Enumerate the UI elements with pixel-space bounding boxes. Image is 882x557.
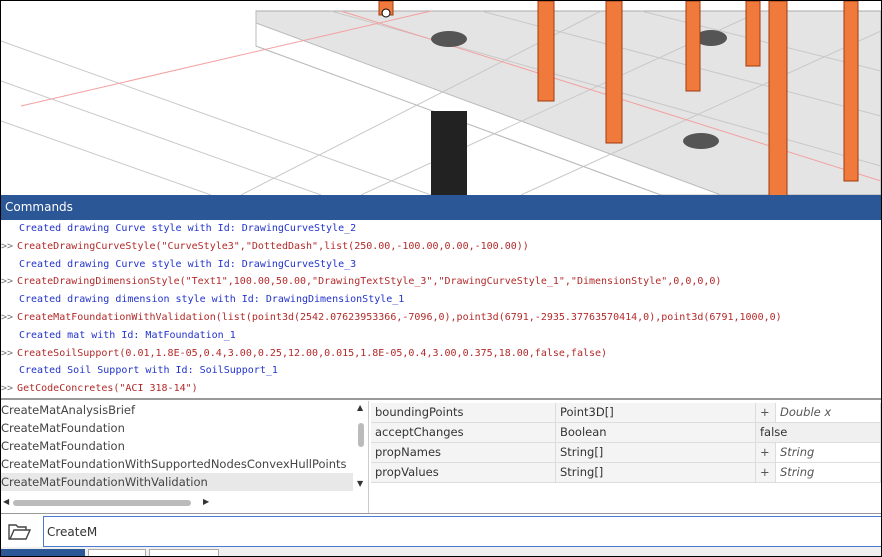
concrete-column <box>431 111 467 195</box>
vertical-scrollbar[interactable]: ▲ ▼ <box>355 403 367 489</box>
suggestion-item[interactable]: CreateMatFoundationWithSupportedNodesCon… <box>1 455 353 473</box>
command-input-bar <box>1 513 881 547</box>
tab[interactable] <box>88 549 146 556</box>
tab[interactable] <box>1 549 85 556</box>
log-output-line: Created mat with Id: MatFoundation_1 <box>19 329 236 341</box>
command-input[interactable] <box>43 516 881 547</box>
param-name: propNames <box>371 443 556 462</box>
log-command-line: >> CreateSoilSupport(0.01,1.8E-05,0.4,3.0… <box>1 345 881 363</box>
param-type: String[] <box>556 443 756 462</box>
param-row: propValues String[] + String <box>371 463 881 483</box>
suggestion-item-selected[interactable]: CreateMatFoundationWithValidation <box>1 473 353 491</box>
param-name: propValues <box>371 463 556 482</box>
log-command-line: >> CreateDrawingDimensionStyle("Text1",10… <box>1 273 881 291</box>
param-row: acceptChanges Boolean false <box>371 423 881 443</box>
suggestion-item[interactable]: CreateMatFoundation <box>1 419 353 437</box>
scroll-right-icon[interactable]: ▶ <box>203 497 209 506</box>
log-command-text: CreateDrawingDimensionStyle("Text1",100.… <box>17 276 722 288</box>
prompt-marker: >> <box>1 347 14 359</box>
pile-marker <box>431 31 467 47</box>
autocomplete-area: CreateMatAnalysisBrief CreateMatFoundati… <box>1 401 881 513</box>
param-row: boundingPoints Point3D[] + Double x <box>371 403 881 423</box>
log-command-text: CreateMatFoundationWithValidation(list(p… <box>17 311 782 323</box>
application-window: Commands Created drawing Curve style wit… <box>1 1 881 556</box>
add-item-button[interactable]: + <box>756 463 776 482</box>
prompt-marker: >> <box>1 276 14 288</box>
log-command-text: CreateSoilSupport(0.01,1.8E-05,0.4,3.00,… <box>17 347 608 359</box>
model-view-canvas <box>1 1 881 224</box>
prompt-marker: >> <box>1 311 14 323</box>
scroll-left-icon[interactable]: ◀ <box>3 497 9 506</box>
param-name: acceptChanges <box>371 423 556 442</box>
log-command-text: GetCodeConcretes("ACI 318-14") <box>17 383 198 395</box>
param-value-input[interactable]: String <box>776 463 881 482</box>
suggestion-list[interactable]: CreateMatAnalysisBrief CreateMatFoundati… <box>1 401 369 513</box>
add-item-button[interactable]: + <box>756 403 776 422</box>
commands-title: Commands <box>5 200 73 214</box>
log-output-line: Created Soil Support with Id: SoilSuppor… <box>19 365 278 377</box>
horizontal-scrollbar[interactable]: ◀ ▶ <box>3 496 353 508</box>
log-command-line: >> CreateDrawingCurveStyle("CurveStyle3",… <box>1 238 881 256</box>
scroll-thumb[interactable] <box>13 500 191 506</box>
add-item-button[interactable]: + <box>756 443 776 462</box>
open-folder-icon[interactable] <box>7 521 33 543</box>
parameter-grid: boundingPoints Point3D[] + Double x acce… <box>371 403 881 483</box>
command-log[interactable]: Created drawing Curve style with Id: Dra… <box>1 220 881 400</box>
commands-panel-header: Commands <box>1 195 881 220</box>
tab[interactable] <box>149 549 219 556</box>
suggestion-item[interactable]: CreateMatAnalysisBrief <box>1 401 353 419</box>
scroll-thumb[interactable] <box>358 423 364 447</box>
scroll-up-icon[interactable]: ▲ <box>357 403 363 412</box>
param-type: Boolean <box>556 423 756 442</box>
param-row: propNames String[] + String <box>371 443 881 463</box>
log-output-line: Created drawing dimension style with Id:… <box>19 294 405 306</box>
3d-model-viewport[interactable] <box>1 1 881 224</box>
bottom-tab-strip <box>1 547 881 556</box>
suggestion-item[interactable]: CreateMatFoundation <box>1 437 353 455</box>
param-value-input[interactable]: String <box>776 443 881 462</box>
param-name: boundingPoints <box>371 403 556 422</box>
log-output-line: Created drawing Curve style with Id: Dra… <box>19 258 357 270</box>
log-output-line: Created drawing Curve style with Id: Dra… <box>19 223 357 234</box>
param-type: Point3D[] <box>556 403 756 422</box>
param-value-select[interactable]: false <box>756 423 881 442</box>
param-value-input[interactable]: Double x <box>776 403 881 422</box>
prompt-marker: >> <box>1 383 14 395</box>
log-command-line: >> GetCodeConcretes("ACI 318-14") <box>1 380 881 398</box>
log-command-text: CreateDrawingCurveStyle("CurveStyle3","D… <box>17 240 529 252</box>
prompt-marker: >> <box>1 240 14 252</box>
scroll-down-icon[interactable]: ▼ <box>357 479 363 488</box>
param-type: String[] <box>556 463 756 482</box>
log-command-line: >> CreateMatFoundationWithValidation(list… <box>1 309 881 327</box>
